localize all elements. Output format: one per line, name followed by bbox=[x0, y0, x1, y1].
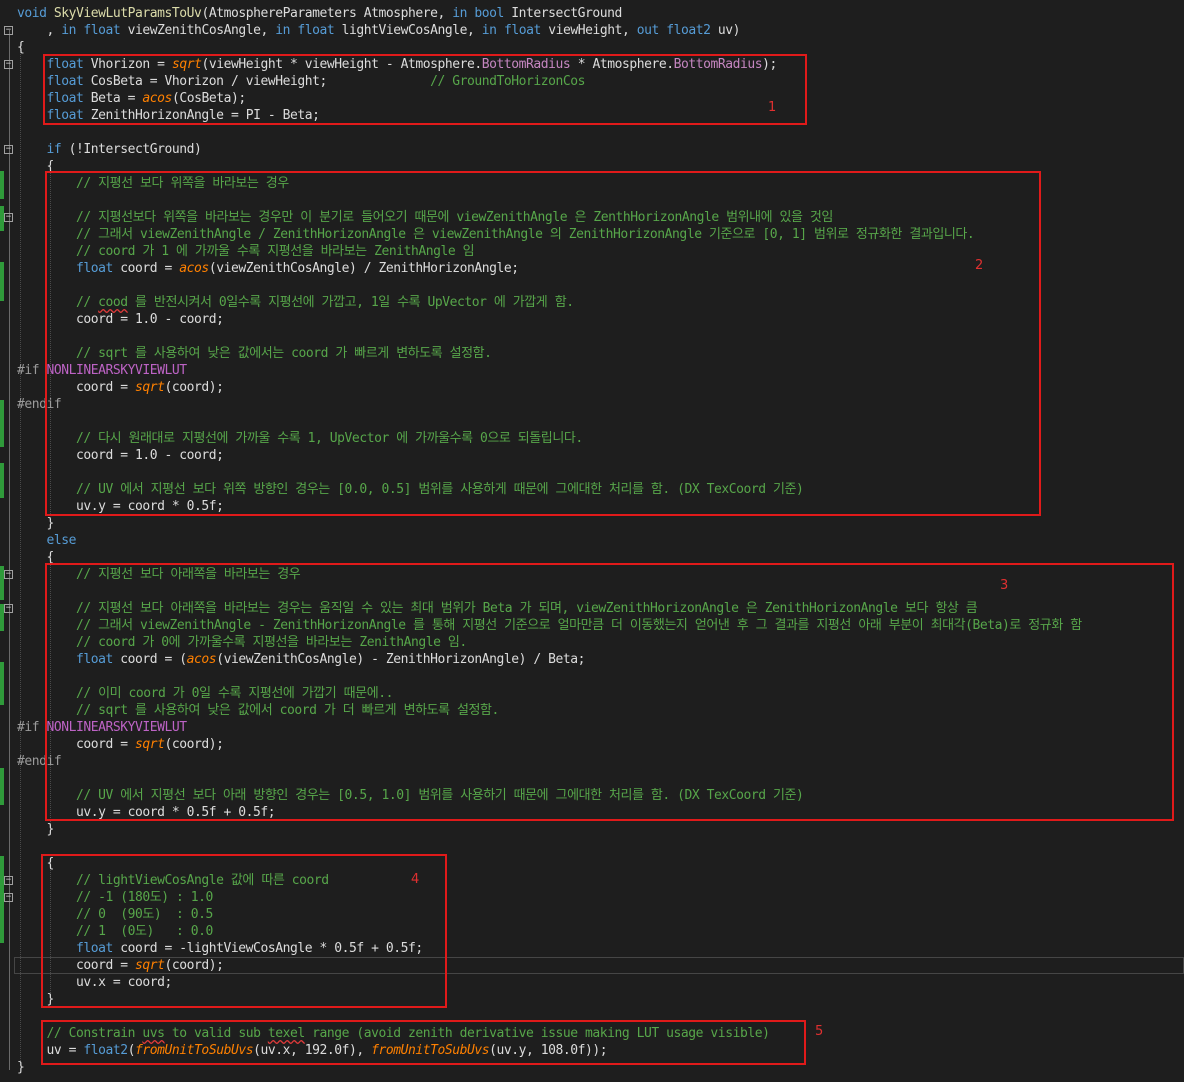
code-line[interactable] bbox=[0, 838, 1184, 855]
code-text: if (!IntersectGround) bbox=[17, 141, 202, 158]
code-token: , bbox=[17, 23, 62, 38]
code-text: } bbox=[17, 515, 55, 532]
code-line[interactable]: } bbox=[0, 515, 1184, 532]
code-token: SkyViewLutParamsToUv bbox=[53, 6, 202, 21]
annotation-number: 3 bbox=[1000, 578, 1009, 593]
annotation-number: 5 bbox=[815, 1024, 824, 1039]
annotation-number: 4 bbox=[411, 872, 420, 887]
code-token: float bbox=[83, 23, 128, 38]
code-token: float2 bbox=[666, 23, 718, 38]
code-token: in bbox=[275, 23, 298, 38]
code-token: { bbox=[17, 40, 25, 55]
code-text: else bbox=[17, 532, 77, 549]
code-token: viewHeight, bbox=[548, 23, 637, 38]
code-token: IntersectGround bbox=[511, 6, 622, 21]
code-token: (AtmosphereParameters Atmosphere, bbox=[201, 6, 453, 21]
code-token: } bbox=[17, 516, 55, 531]
annotation-number: 1 bbox=[768, 100, 777, 115]
code-token: uv) bbox=[717, 23, 741, 38]
annotation-box-4 bbox=[41, 854, 447, 1008]
code-token: } bbox=[17, 1060, 25, 1075]
code-token: in bbox=[452, 6, 475, 21]
annotation-number: 2 bbox=[975, 258, 984, 273]
code-line[interactable]: void SkyViewLutParamsToUv(AtmospherePara… bbox=[0, 5, 1184, 22]
code-line[interactable]: } bbox=[0, 821, 1184, 838]
code-token: lightViewCosAngle, bbox=[341, 23, 482, 38]
code-text: } bbox=[17, 1059, 25, 1076]
code-token: (!IntersectGround) bbox=[68, 142, 202, 157]
code-text: , in float viewZenithCosAngle, in float … bbox=[17, 22, 741, 39]
code-token: in bbox=[481, 23, 504, 38]
code-line[interactable]: if (!IntersectGround) bbox=[0, 141, 1184, 158]
code-token: float bbox=[297, 23, 342, 38]
code-line[interactable]: , in float viewZenithCosAngle, in float … bbox=[0, 22, 1184, 39]
annotation-box-5 bbox=[41, 1020, 806, 1065]
code-token: viewZenithCosAngle, bbox=[127, 23, 276, 38]
annotation-box-1 bbox=[43, 54, 807, 125]
annotation-box-2 bbox=[45, 171, 1041, 516]
code-token: void bbox=[17, 6, 54, 21]
code-token: } bbox=[17, 822, 55, 837]
annotation-box-3 bbox=[45, 563, 1174, 821]
code-token: out bbox=[636, 23, 667, 38]
code-line[interactable]: else bbox=[0, 532, 1184, 549]
code-text: } bbox=[17, 821, 55, 838]
code-token: if bbox=[17, 142, 69, 157]
code-token: in bbox=[61, 23, 84, 38]
code-token: bool bbox=[474, 6, 512, 21]
code-editor[interactable]: void SkyViewLutParamsToUv(AtmospherePara… bbox=[0, 0, 1184, 1082]
code-text: void SkyViewLutParamsToUv(AtmospherePara… bbox=[17, 5, 622, 22]
code-text: { bbox=[17, 39, 25, 56]
code-token: else bbox=[17, 533, 77, 548]
code-token: #if bbox=[17, 720, 47, 735]
code-line[interactable] bbox=[0, 124, 1184, 141]
code-token: #if bbox=[17, 363, 47, 378]
code-token: float bbox=[503, 23, 549, 38]
